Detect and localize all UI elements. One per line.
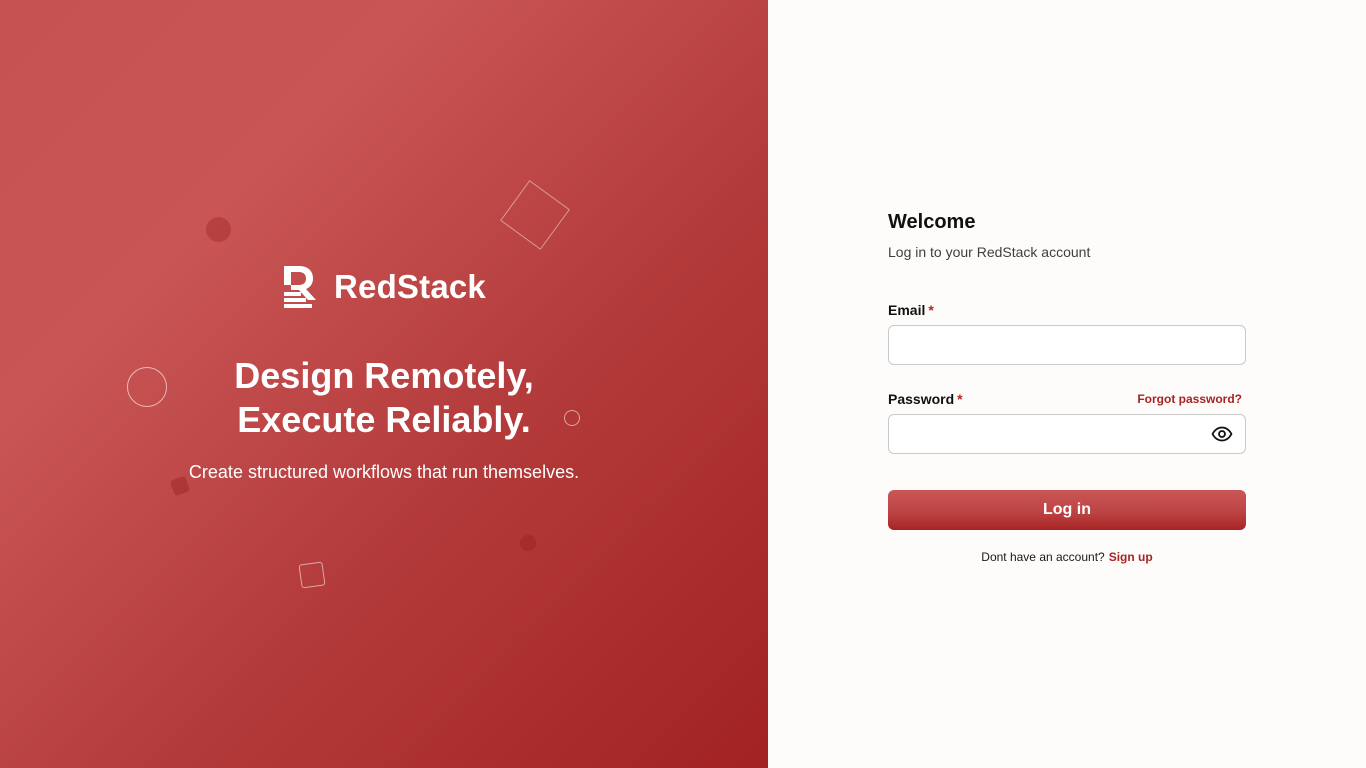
login-button[interactable]: Log in <box>888 490 1246 530</box>
password-field[interactable] <box>888 414 1246 454</box>
login-panel: Welcome Log in to your RedStack account … <box>768 0 1366 768</box>
password-label-row: Password * Forgot password? <box>888 389 1246 409</box>
headline-line-2: Execute Reliably. <box>237 399 531 440</box>
brand: RedStack <box>0 264 768 310</box>
password-label: Password * <box>888 391 963 407</box>
required-marker: * <box>957 391 963 407</box>
page-title: Welcome <box>888 211 976 233</box>
eye-icon <box>1211 426 1233 442</box>
email-label-row: Email * <box>888 300 1246 320</box>
required-marker: * <box>928 302 934 318</box>
headline-line-1: Design Remotely, <box>234 355 534 396</box>
email-field[interactable] <box>888 325 1246 365</box>
signup-link[interactable]: Sign up <box>1109 550 1153 564</box>
no-account-text: Dont have an account? <box>981 550 1105 564</box>
forgot-password-link[interactable]: Forgot password? <box>1137 392 1242 406</box>
hero-panel: RedStack Design Remotely, Execute Reliab… <box>0 0 768 768</box>
page-subtitle: Log in to your RedStack account <box>888 244 1091 260</box>
decorative-square-outline <box>298 561 326 589</box>
decorative-dot-small <box>520 535 536 551</box>
show-password-button[interactable] <box>1210 423 1234 445</box>
redstack-logo-icon <box>283 266 316 308</box>
hero-headline: Design Remotely, Execute Reliably. <box>0 354 768 442</box>
password-label-text: Password <box>888 391 955 407</box>
password-wrapper <box>888 414 1246 454</box>
email-label: Email * <box>888 302 934 318</box>
hero-tagline: Create structured workflows that run the… <box>188 462 580 482</box>
decorative-dot <box>206 217 231 242</box>
login-form: Welcome Log in to your RedStack account … <box>888 208 1246 564</box>
brand-name: RedStack <box>333 268 486 305</box>
decorative-diamond <box>500 180 570 250</box>
signup-prompt: Dont have an account? Sign up <box>888 550 1246 564</box>
email-label-text: Email <box>888 302 926 318</box>
password-group: Password * Forgot password? <box>888 389 1246 454</box>
email-group: Email * <box>888 300 1246 365</box>
